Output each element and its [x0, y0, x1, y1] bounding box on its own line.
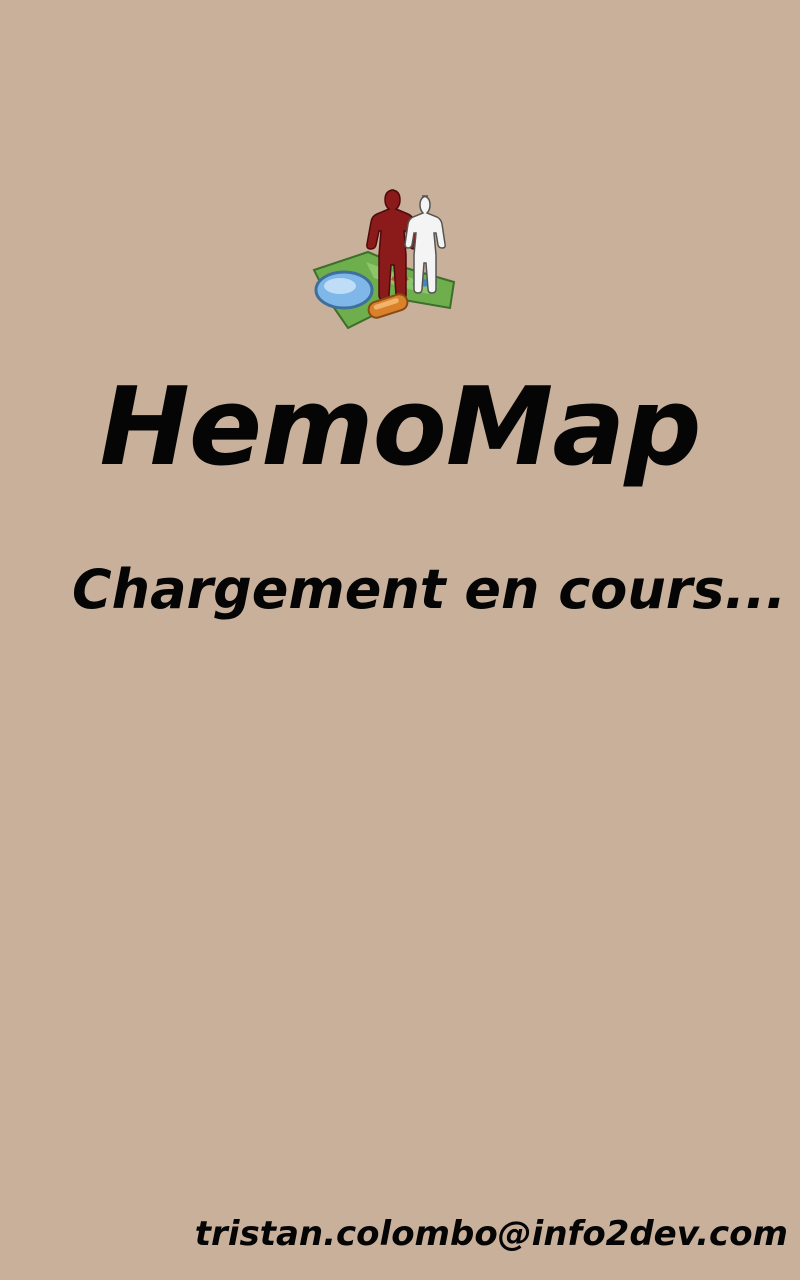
- loading-message: Chargement en cours...: [72, 558, 787, 621]
- contact-email: tristan.colombo@info2dev.com: [194, 1214, 788, 1254]
- splash-screen: HemoMap Chargement en cours... tristan.c…: [0, 0, 800, 1280]
- app-title: HemoMap: [99, 365, 701, 490]
- hemomap-logo-icon: [308, 182, 458, 332]
